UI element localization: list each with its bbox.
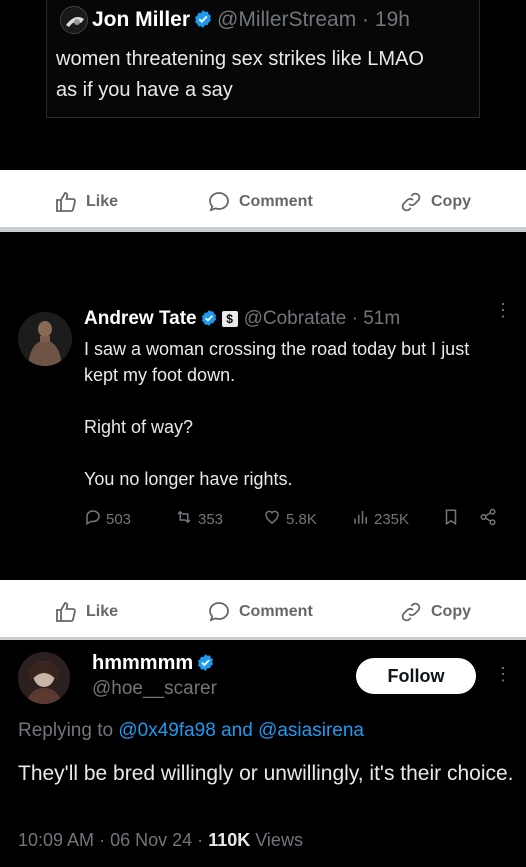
verified-badge-icon	[200, 309, 218, 333]
repost-count: 353	[198, 510, 224, 528]
verified-badge-icon	[196, 653, 215, 678]
like-count: 5.8K	[286, 510, 317, 528]
like-button[interactable]: Like	[54, 600, 118, 624]
engagement-bar: 503 353 5.8K 235K	[84, 508, 504, 532]
verified-badge-icon	[193, 9, 213, 35]
user-handle[interactable]: @hoe__scarer	[92, 678, 217, 700]
quoted-tweet-top: Jon Miller @MillerStream · 19h women thre…	[0, 0, 526, 170]
copy-link-icon	[399, 190, 423, 214]
follow-button[interactable]: Follow	[356, 658, 476, 694]
tweet-tate: Andrew Tate $ @Cobratate · 51m ⋮ I saw a w…	[0, 232, 526, 580]
tweet-text-line: women threatening sex strikes like LMAO	[56, 48, 424, 70]
comment-label: Comment	[239, 603, 313, 620]
views-count: 110K	[208, 830, 251, 850]
comment-bubble-icon	[207, 190, 231, 214]
separator-dot: ·	[99, 830, 106, 850]
bookmark-icon	[442, 508, 460, 530]
separator-dot: ·	[351, 308, 358, 329]
share-icon	[478, 508, 498, 530]
tweet-text-line: as if you have a say	[56, 79, 233, 101]
comment-button[interactable]: Comment	[207, 600, 313, 624]
tweet-paragraph: You no longer have rights.	[84, 469, 293, 489]
tweet-meta: 10:09 AM · 06 Nov 24 · 110K Views	[18, 830, 303, 851]
copy-button[interactable]: Copy	[399, 190, 471, 214]
separator-dot: ·	[362, 8, 370, 31]
views-button[interactable]: 235K	[352, 508, 409, 530]
facebook-action-bar: Like Comment Copy	[0, 580, 526, 642]
timestamp[interactable]: 19h	[375, 8, 410, 31]
replying-prefix: Replying to	[18, 720, 114, 741]
tweet-paragraph: Right of way?	[84, 417, 194, 437]
heart-icon	[262, 508, 282, 530]
display-name[interactable]: Andrew Tate	[84, 308, 197, 329]
affiliate-badge: $	[221, 311, 238, 327]
date[interactable]: 06 Nov 24	[110, 830, 192, 850]
mention-link[interactable]: @0x49fa98	[118, 720, 215, 741]
repost-button[interactable]: 353	[174, 508, 223, 530]
comment-button[interactable]: Comment	[207, 190, 313, 214]
reply-button[interactable]: 503	[84, 508, 131, 530]
display-name-text: hmmmmm	[92, 652, 194, 674]
timestamp[interactable]: 10:09 AM	[18, 830, 94, 850]
tweet-text: They'll be bred willingly or unwillingly…	[18, 762, 514, 785]
mention-and: and	[221, 720, 253, 741]
avatar[interactable]	[18, 312, 72, 366]
user-handle[interactable]: @MillerStream	[217, 8, 356, 31]
tweet-header: Jon Miller @MillerStream · 19h	[92, 8, 410, 35]
like-thumb-icon	[54, 600, 78, 624]
more-vertical-icon[interactable]: ⋮	[494, 664, 512, 685]
like-label: Like	[86, 603, 119, 620]
reply-count: 503	[106, 510, 132, 528]
views-label[interactable]: Views	[255, 830, 303, 850]
comment-bubble-icon	[207, 600, 231, 624]
repost-icon	[174, 508, 194, 530]
user-handle[interactable]: @Cobratate	[244, 308, 347, 329]
like-button[interactable]: 5.8K	[262, 508, 317, 530]
share-button[interactable]	[478, 508, 498, 530]
like-button[interactable]: Like	[54, 190, 118, 214]
copy-label: Copy	[431, 193, 471, 210]
mention-link[interactable]: @asiasirena	[258, 720, 364, 741]
comment-label: Comment	[239, 193, 313, 210]
tweet-reply: hmmmmm @hoe__scarer Follow ⋮ Replying to…	[0, 640, 526, 867]
avatar[interactable]	[18, 652, 70, 704]
replying-to: Replying to @0x49fa98 and @asiasirena	[18, 720, 364, 742]
copy-button[interactable]: Copy	[399, 600, 471, 624]
views-icon	[352, 508, 370, 530]
views-count: 235K	[374, 510, 410, 528]
reply-icon	[84, 508, 102, 530]
tweet-text: women threatening sex strikes like LMAO …	[56, 44, 476, 106]
display-name[interactable]: Jon Miller	[92, 8, 190, 31]
separator-dot: ·	[197, 830, 204, 850]
more-vertical-icon[interactable]: ⋮	[494, 301, 512, 319]
display-name[interactable]: hmmmmm	[92, 652, 219, 678]
facebook-action-bar: Like Comment Copy	[0, 170, 526, 232]
avatar[interactable]	[60, 6, 88, 34]
bookmark-button[interactable]	[442, 508, 460, 530]
copy-label: Copy	[431, 603, 471, 620]
tweet-header: Andrew Tate $ @Cobratate · 51m	[84, 308, 400, 333]
timestamp[interactable]: 51m	[363, 308, 400, 329]
tweet-text: I saw a woman crossing the road today bu…	[84, 336, 504, 518]
like-thumb-icon	[54, 190, 78, 214]
copy-link-icon	[399, 600, 423, 624]
like-label: Like	[86, 193, 119, 210]
tweet-paragraph: I saw a woman crossing the road today bu…	[84, 339, 470, 385]
